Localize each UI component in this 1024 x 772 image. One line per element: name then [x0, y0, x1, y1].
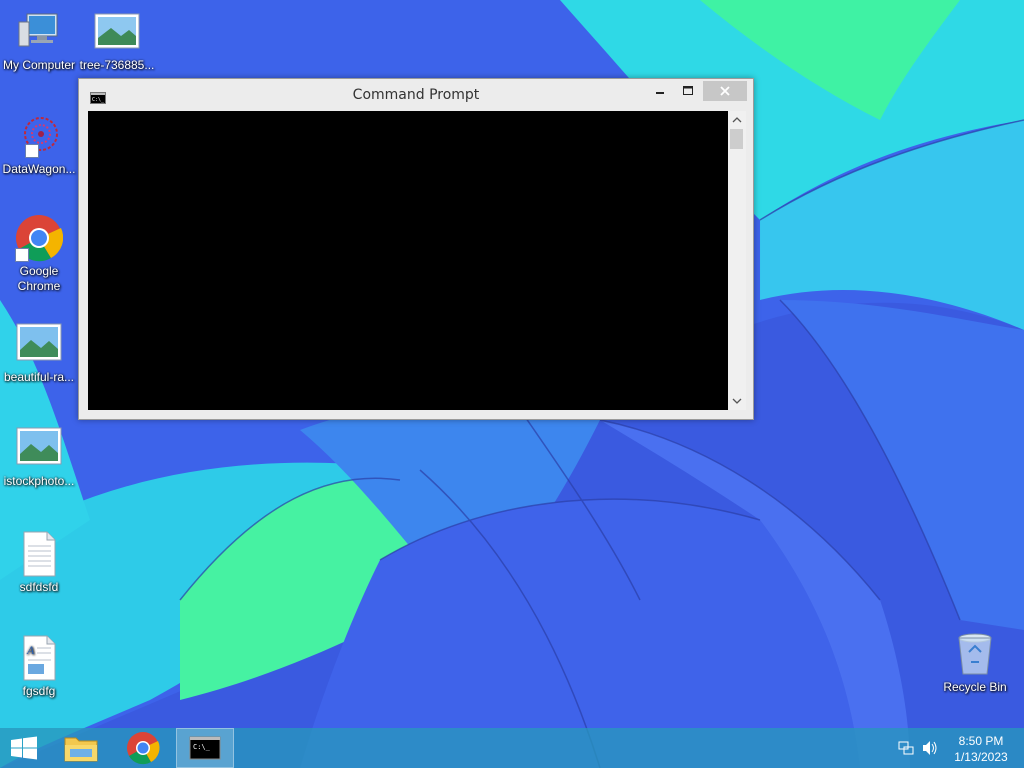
start-button[interactable] [0, 728, 48, 768]
desktop-icon-label: beautiful-ra... [3, 370, 75, 384]
document-file-icon: A [15, 634, 63, 682]
desktop-icon-label: tree-736885... [79, 58, 155, 72]
clock-time: 8:50 PM [958, 734, 1004, 748]
desktop-icon-label: Recycle Bin [943, 680, 1007, 694]
desktop-icon-label: istockphoto... [3, 474, 75, 488]
close-icon [720, 86, 730, 96]
desktop-icon-sdfdsfd[interactable]: sdfdsfd [0, 530, 78, 595]
network-icon [898, 741, 914, 755]
desktop-icon-fgsdfg[interactable]: A fgsdfg [0, 634, 78, 699]
desktop-icon-tree-image[interactable]: tree-736885... [78, 8, 156, 73]
clock-date: 1/13/2023 [954, 750, 1008, 764]
desktop-icon-istockphoto[interactable]: istockphoto... [0, 424, 78, 489]
scroll-up-icon[interactable] [728, 113, 746, 127]
close-button[interactable] [703, 81, 747, 101]
image-file-icon [15, 424, 63, 472]
taskbar-file-explorer[interactable] [56, 728, 106, 768]
shortcut-arrow-icon [25, 144, 39, 158]
chrome-icon [15, 214, 64, 262]
taskbar-command-prompt[interactable]: C:\_ [176, 728, 234, 768]
vertical-scrollbar[interactable] [728, 111, 746, 410]
taskbar-clock[interactable]: 8:50 PM 1/13/2023 [946, 733, 1016, 765]
desktop-icon-label: My Computer [2, 58, 76, 72]
desktop-icon-label: Google Chrome [17, 264, 61, 293]
volume-icon [923, 741, 937, 755]
maximize-button[interactable] [675, 81, 701, 101]
maximize-icon [683, 86, 693, 95]
tray-volume[interactable] [920, 728, 940, 768]
computer-icon [15, 8, 63, 56]
command-prompt-window[interactable]: C:\_ Command Prompt [78, 78, 754, 420]
taskbar-chrome[interactable] [118, 728, 168, 768]
desktop-icon-recycle-bin[interactable]: Recycle Bin [936, 630, 1014, 695]
desktop-icon-label: sdfdsfd [19, 580, 59, 594]
console-output-area[interactable] [88, 111, 728, 410]
file-explorer-icon [64, 737, 98, 762]
taskbar: C:\_ 8:50 PM 1/13/2023 [0, 728, 1024, 768]
chrome-icon [127, 732, 160, 765]
desktop-icon-datawagon[interactable]: DataWagon... [0, 112, 78, 177]
minimize-button[interactable] [647, 81, 673, 101]
shortcut-arrow-icon [15, 248, 29, 262]
minimize-icon [656, 92, 664, 94]
image-file-icon [93, 8, 141, 56]
text-file-icon [15, 530, 63, 578]
cmd-icon: C:\_ [189, 736, 221, 760]
svg-text:A: A [26, 643, 35, 657]
scroll-down-icon[interactable] [728, 394, 746, 408]
desktop-icon-google-chrome[interactable]: Google Chrome [0, 214, 78, 294]
scroll-thumb[interactable] [730, 129, 743, 149]
datawagon-icon [15, 112, 63, 160]
window-titlebar[interactable]: C:\_ Command Prompt [79, 79, 753, 111]
recycle-bin-icon [951, 630, 999, 678]
image-file-icon [15, 320, 63, 368]
svg-text:C:\_: C:\_ [193, 743, 211, 751]
desktop-icon-label: fgsdfg [22, 684, 56, 698]
desktop-icon-label: DataWagon... [2, 162, 76, 176]
tray-network[interactable] [896, 728, 916, 768]
desktop-icon-my-computer[interactable]: My Computer [0, 8, 78, 73]
start-icon [11, 736, 37, 760]
desktop-icon-beautiful-image[interactable]: beautiful-ra... [0, 320, 78, 385]
